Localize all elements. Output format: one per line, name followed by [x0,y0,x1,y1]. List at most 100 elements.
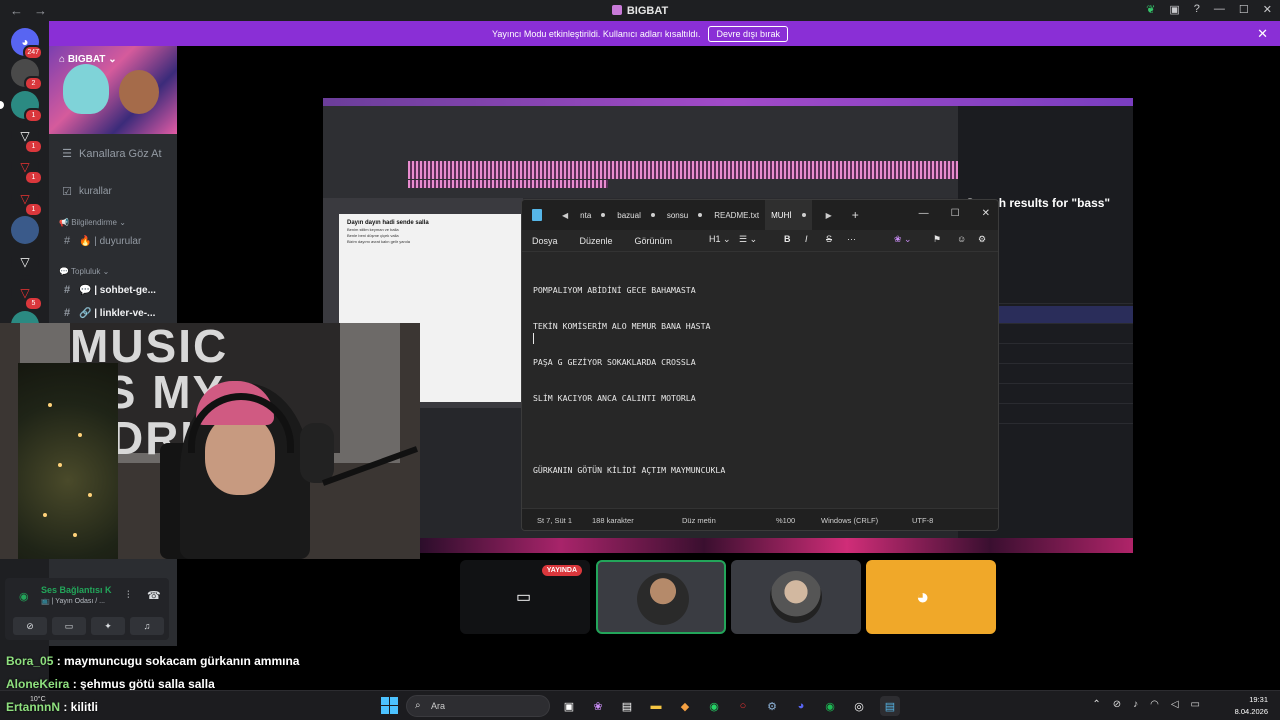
participant-tile[interactable] [731,560,861,634]
server-icon[interactable]: ▽ 1 [11,153,43,185]
opera-icon[interactable]: ○ [733,696,753,716]
notepad-menu-bar: Dosya Düzenle Görünüm H1 ⌄ ☰ ⌄ B I S ···… [522,230,998,252]
participant-tile-stream[interactable]: YAYINDA ▭ [460,560,590,634]
disconnect-icon[interactable]: ☎ [147,589,161,602]
banner-character [119,70,159,114]
browse-channels[interactable]: ☰ Kanallara Göz At [49,147,177,161]
announce-icon[interactable]: ⚑ [933,234,941,245]
store-icon[interactable]: ▤ [617,696,637,716]
obs-icon[interactable]: ◎ [849,696,869,716]
leaf-icon[interactable]: ❦ [1146,3,1155,16]
signal-icon: ◉ [19,591,29,603]
start-button[interactable] [381,697,398,714]
channel-linkler[interactable]: # 🔗 | linkler-ve-... [49,307,177,319]
server-icon[interactable]: ▽ [11,248,39,276]
heading-format-select[interactable]: H1 ⌄ [709,234,731,245]
server-icon[interactable] [11,216,39,244]
italic-icon[interactable]: I [805,234,808,244]
text-mode[interactable]: Düz metin [682,516,716,525]
server-icon[interactable]: ▽ 1 [11,122,43,154]
file-explorer-icon[interactable]: ▬ [646,696,666,716]
list-format-icon[interactable]: ☰ ⌄ [739,234,757,245]
copilot-icon[interactable]: ❀ ⌄ [894,234,912,245]
channel-kurallar[interactable]: ☑ kurallar [49,185,177,198]
menu-gorunum[interactable]: Görünüm [635,236,673,246]
chat-message: ErtannnN : kilitli [6,700,99,714]
noise-suppression-icon[interactable]: ⫶ [127,590,130,601]
strikethrough-icon[interactable]: S [826,234,832,244]
notepad-tab[interactable]: README.txt [708,200,765,230]
notepad-icon[interactable]: ▤ [880,696,900,716]
daw-arrangement [323,106,958,198]
settings-gear-icon[interactable]: ⚙ [978,234,986,245]
notepad-tab[interactable]: sonsu [661,200,708,230]
inbox-icon[interactable]: ▣ [1169,3,1179,16]
task-view-icon[interactable]: ▣ [559,696,579,716]
copilot-icon[interactable]: ❀ [588,696,608,716]
notepad-tab[interactable]: bazual [611,200,661,230]
discord-home-button[interactable]: ◕ 247 [11,28,43,60]
brave-icon[interactable]: ◆ [675,696,695,716]
volume-icon[interactable]: ◁ [1171,699,1179,710]
notepad-tab[interactable]: nta [574,200,611,230]
minimize-button[interactable]: — [1214,3,1225,16]
hash-icon: # [63,307,71,319]
maximize-button[interactable]: ☐ [1239,3,1249,16]
channel-duyurular[interactable]: # 🔥 | duyurular [49,235,177,247]
close-window-button[interactable]: ✕ [1263,3,1272,16]
whatsapp-icon[interactable]: ◉ [704,696,724,716]
notepad-tab-active[interactable]: MUHİ [765,200,812,230]
menu-duzenle[interactable]: Düzenle [580,236,613,246]
help-icon[interactable]: ? [1194,3,1200,16]
show-hidden-icons[interactable]: ⌃ [1092,699,1100,710]
voice-status[interactable]: Ses Bağlantısı K [41,585,112,595]
steam-icon[interactable]: ⚙ [762,696,782,716]
server-icon[interactable]: 2 [11,59,43,91]
encoding[interactable]: UTF-8 [912,516,933,525]
spotify-icon[interactable]: ◉ [820,696,840,716]
line-ending[interactable]: Windows (CRLF) [821,516,878,525]
zoom-level[interactable]: %100 [776,516,795,525]
minimize-button[interactable]: — [919,208,929,219]
new-tab-icon[interactable]: + [852,208,859,222]
battery-icon[interactable]: ▭ [1191,699,1200,710]
screen-share-button[interactable]: ▭ [52,617,86,635]
server-name[interactable]: ⌂ BIGBAT ⌄ [59,54,117,65]
soundboard-button[interactable]: ♫ [130,617,164,635]
menu-dosya[interactable]: Dosya [532,236,558,246]
activities-button[interactable]: ✦ [91,617,125,635]
network-off-icon[interactable]: ⊘ [1113,699,1121,710]
category-bilgilendirme[interactable]: 📢 Bilgilendirme ⌄ [59,218,126,227]
channel-sohbet[interactable]: # 💬 | sohbet-ge... [49,284,177,296]
camera-off-button[interactable]: ⊘ [13,617,47,635]
streamer-mode-banner: Yayıncı Modu etkinleştirildi. Kullanıcı … [0,21,1280,46]
discord-icon[interactable]: ◕ [791,696,811,716]
maximize-button[interactable]: ☐ [951,208,960,219]
browse-icon: ☰ [62,148,72,160]
category-topluluk[interactable]: 💬 Topluluk ⌄ [59,267,109,276]
system-clock[interactable]: 19:31 8.04.2026 [1235,694,1268,718]
more-options-icon[interactable]: ··· [847,234,856,244]
notepad-text-area[interactable]: POMPALIYOM ABİDİNİ GECE BAHAMASTA TEKİN … [533,260,983,500]
server-icon[interactable]: ▽ 1 [11,185,43,217]
participant-tile[interactable]: ◕ [866,560,996,634]
monitor-icon: ▭ [516,589,532,606]
account-icon[interactable]: ☺ [957,234,966,244]
server-icon[interactable]: 1 [0,91,43,123]
voice-channel[interactable]: 📺 | Yayın Odası / ... [41,597,105,605]
banner-close-icon[interactable]: ✕ [1257,26,1268,42]
close-button[interactable]: ✕ [982,208,990,219]
wifi-icon[interactable]: ◠ [1150,699,1159,710]
participant-tile[interactable] [596,560,726,634]
mic-icon[interactable]: ♪ [1133,699,1138,710]
taskbar-search[interactable]: ⌕ Ara [406,695,550,717]
server-icon[interactable]: ▽ 5 [11,279,43,311]
tab-scroll-left-icon[interactable]: ◀ [562,211,568,220]
chat-message: Bora_05 : maymuncugu sokacam gürkanın am… [6,654,300,668]
hash-icon: # [63,284,71,296]
bold-icon[interactable]: B [784,234,791,244]
disable-streamer-mode-button[interactable]: Devre dışı bırak [708,25,788,42]
notepad-window[interactable]: ◀ nta bazual sonsu README.txt MUHİ ▶ + —… [521,199,999,531]
banner-message: Yayıncı Modu etkinleştirildi. Kullanıcı … [492,28,701,39]
tab-scroll-right-icon[interactable]: ▶ [826,211,832,220]
